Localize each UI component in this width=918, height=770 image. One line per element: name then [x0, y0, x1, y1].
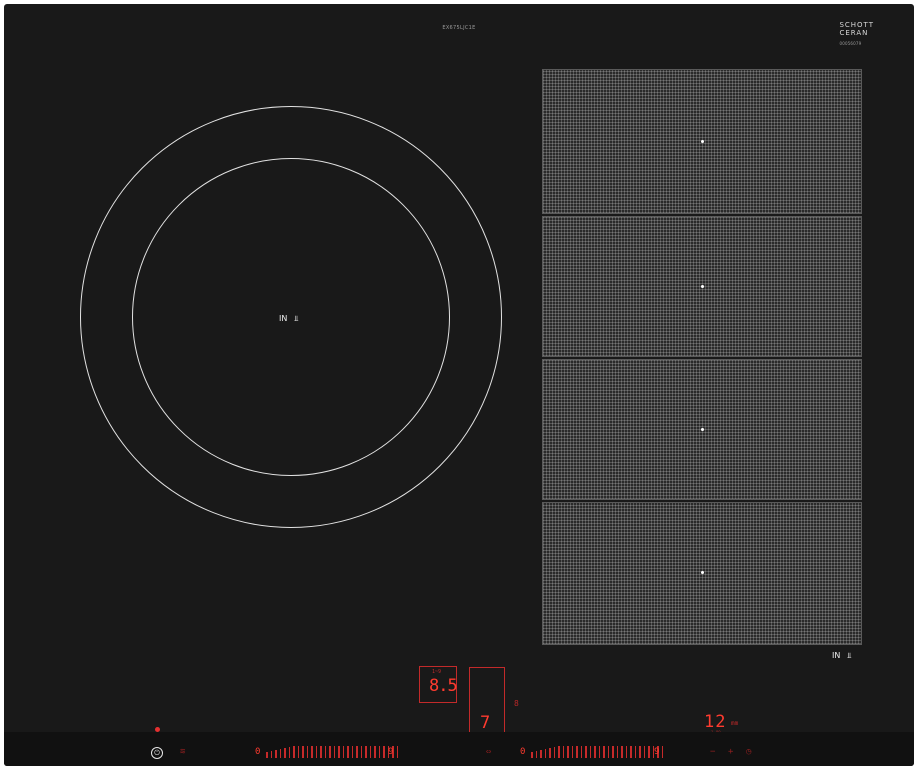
- pan-icon: ⫫: [846, 651, 852, 660]
- clock-icon[interactable]: ◷: [746, 747, 751, 757]
- zone-center-dot: [701, 428, 704, 431]
- brand-logo: SCHOTT CERAN 00056079: [839, 21, 874, 48]
- control-panel: ⏻ ≋ 0 9 ⇔ 0 9 − + ◷: [4, 727, 914, 766]
- slider-left-max: 9: [388, 747, 394, 757]
- power-level-display[interactable]: 7: [469, 667, 505, 742]
- flex-zone-area: [542, 69, 862, 649]
- flex-zone-1[interactable]: [542, 69, 862, 214]
- power-indicator-led: [155, 727, 160, 732]
- bridge-icon[interactable]: ⇔: [486, 747, 491, 757]
- zone-center-dot: [701, 285, 704, 288]
- timer-value: 8.5: [429, 676, 458, 696]
- timer-minus-icon[interactable]: −: [710, 747, 715, 757]
- model-label: EX675LJC1E: [442, 25, 476, 31]
- side-indicator: 8: [514, 699, 519, 708]
- round-zone-label: IN ⫫: [279, 314, 298, 324]
- pan-icon: ⫫: [293, 314, 299, 323]
- timer-caption: 1~9: [432, 669, 442, 675]
- power-slider-left[interactable]: [266, 746, 401, 758]
- flex-zone-3[interactable]: [542, 359, 862, 500]
- round-zone-induction-label: IN: [279, 314, 288, 323]
- slider-left-min: 0: [255, 747, 261, 757]
- slider-right-min: 0: [520, 747, 526, 757]
- brand-name-line2: CERAN: [839, 29, 869, 37]
- lock-icon[interactable]: ≋: [180, 747, 185, 757]
- brand-code: 00056079: [839, 41, 862, 46]
- brand-name-line1: SCHOTT: [839, 21, 874, 29]
- timer-display[interactable]: 1~9 8.5: [419, 666, 458, 703]
- zone-center-dot: [701, 140, 704, 143]
- induction-hob: EX675LJC1E SCHOTT CERAN 00056079 IN ⫫ IN…: [4, 4, 914, 766]
- power-slider-right[interactable]: [531, 746, 666, 758]
- flex-zone-label: IN ⫫: [832, 651, 851, 661]
- flex-zone-induction-label: IN: [832, 651, 841, 660]
- zone-center-dot: [701, 571, 704, 574]
- power-icon[interactable]: ⏻: [151, 747, 163, 759]
- flex-zone-2[interactable]: [542, 216, 862, 357]
- power-level-value: 7: [480, 713, 491, 733]
- slider-right-max: 9: [654, 747, 660, 757]
- duration-unit: mm: [731, 720, 739, 727]
- timer-plus-icon[interactable]: +: [728, 747, 733, 757]
- duration-value: 12: [704, 712, 727, 732]
- flex-zone-4[interactable]: [542, 502, 862, 645]
